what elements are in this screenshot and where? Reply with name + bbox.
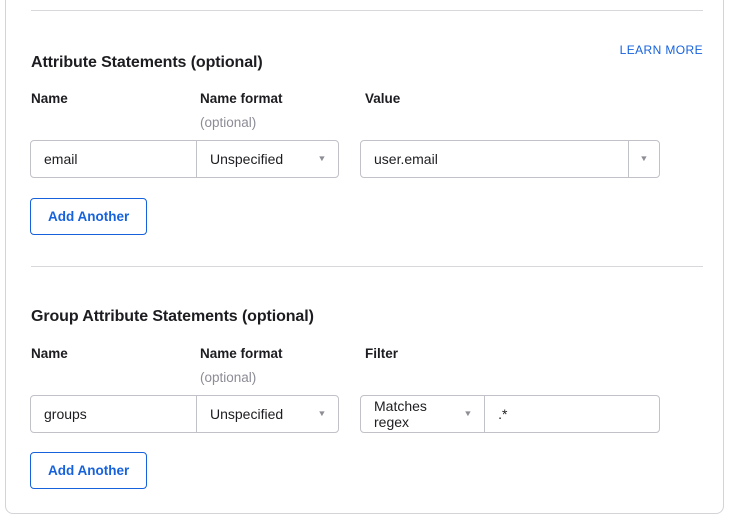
caret-down-icon: ▼ [317, 155, 326, 163]
column-header-name-format: Name format [200, 346, 283, 361]
learn-more-link[interactable]: LEARN MORE [620, 43, 703, 57]
section-title: Attribute Statements (optional) [31, 54, 263, 72]
add-another-group-attribute-button[interactable]: Add Another [30, 452, 147, 489]
column-header-value: Value [365, 91, 400, 106]
add-another-attribute-button[interactable]: Add Another [30, 198, 147, 235]
group-attribute-name-format-select[interactable]: Unspecified ▼ [197, 396, 338, 432]
group-attribute-filter-group: Matches regex ▼ [360, 395, 660, 433]
attribute-name-format-group: Unspecified ▼ [30, 140, 339, 178]
filter-type-select[interactable]: Matches regex ▼ [361, 396, 485, 432]
column-header-optional: (optional) [200, 115, 256, 130]
group-attribute-name-input[interactable] [31, 396, 197, 432]
group-attribute-name-format-group: Unspecified ▼ [30, 395, 339, 433]
attribute-name-format-select[interactable]: Unspecified ▼ [197, 141, 338, 177]
caret-down-icon: ▼ [317, 410, 326, 418]
attribute-value-dropdown-button[interactable]: ▼ [628, 141, 659, 177]
attribute-value-input[interactable] [361, 141, 628, 177]
column-header-name: Name [31, 346, 68, 361]
column-header-name-format: Name format [200, 91, 283, 106]
caret-down-icon: ▼ [639, 155, 648, 163]
selected-filter-type: Matches regex [374, 398, 464, 430]
selected-name-format: Unspecified [210, 406, 283, 422]
filter-value-input[interactable] [485, 396, 659, 432]
caret-down-icon: ▼ [464, 410, 473, 418]
column-header-filter: Filter [365, 346, 398, 361]
attribute-value-combobox: ▼ [360, 140, 660, 178]
column-header-name: Name [31, 91, 68, 106]
attribute-name-input[interactable] [31, 141, 197, 177]
section-title: Group Attribute Statements (optional) [31, 308, 314, 326]
top-section-divider [31, 10, 703, 11]
column-header-optional: (optional) [200, 370, 256, 385]
section-divider [31, 266, 703, 267]
selected-name-format: Unspecified [210, 151, 283, 167]
